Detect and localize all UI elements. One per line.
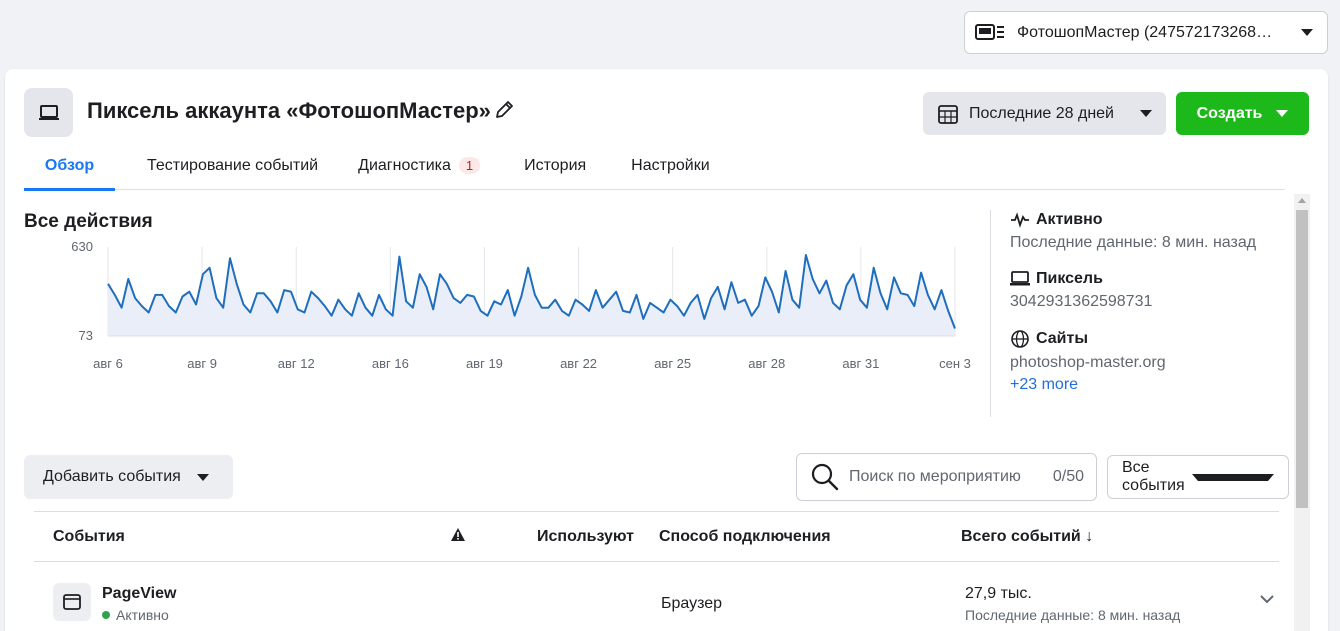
- events-filter-select[interactable]: Все события: [1107, 455, 1289, 499]
- chevron-down-icon[interactable]: [1259, 593, 1275, 605]
- tab-history[interactable]: История: [524, 145, 586, 190]
- event-name: PageView: [102, 585, 177, 602]
- tab-test-events[interactable]: Тестирование событий: [147, 145, 318, 190]
- x-tick-label: авг 9: [187, 356, 217, 371]
- divider: [990, 210, 991, 417]
- search-placeholder: Поиск по мероприятию: [849, 468, 1021, 485]
- date-range-button[interactable]: Последние 28 дней: [923, 92, 1166, 135]
- browser-window-icon: [53, 583, 91, 621]
- x-tick-label: авг 6: [93, 356, 123, 371]
- y-tick-label: 73: [79, 328, 93, 343]
- date-range-label: Последние 28 дней: [969, 104, 1114, 122]
- col-events[interactable]: События: [53, 528, 125, 546]
- warning-icon: [451, 528, 465, 541]
- create-button-label: Создать: [1196, 104, 1263, 122]
- event-total: 27,9 тыс.: [965, 585, 1032, 602]
- x-tick-label: авг 19: [466, 356, 503, 371]
- laptop-icon: [24, 88, 73, 137]
- sites-info: Сайты: [1010, 329, 1290, 349]
- create-button[interactable]: Создать: [1176, 92, 1309, 135]
- all-actions-chart: 630 73авг 6 авг 9 авг 12 авг 16 авг 19 авг 22 а…: [71, 239, 971, 371]
- status-active: Активно: [1010, 211, 1290, 229]
- x-tick-label: авг 25: [654, 356, 691, 371]
- activity-pulse-icon: [1011, 212, 1029, 228]
- chevron-down-icon: [196, 473, 209, 481]
- account-selector-label: ФотошопМастер (247572173268…: [1017, 23, 1273, 41]
- pixel-overview-card: Пиксель аккаунта «ФотошопМастер» Последн…: [5, 69, 1328, 631]
- tab-diagnostics[interactable]: Диагностика 1: [358, 145, 481, 190]
- chevron-down-icon: [1192, 473, 1274, 481]
- x-tick-label: авг 28: [748, 356, 785, 371]
- chevron-down-icon: [1301, 29, 1313, 36]
- table-row[interactable]: PageView Активно Браузер 27,9 тыс. После…: [34, 563, 1279, 631]
- chevron-down-icon: [1140, 110, 1152, 117]
- sort-down-arrow-icon: ↓: [1080, 528, 1094, 545]
- status-dot-icon: [102, 611, 110, 619]
- more-sites-link[interactable]: +23 more: [1010, 376, 1290, 394]
- calendar-icon: [938, 104, 958, 124]
- y-tick-label: 630: [71, 239, 93, 254]
- pixel-id: 3042931362598731: [1010, 293, 1153, 310]
- col-connection-method[interactable]: Способ подключения: [659, 528, 831, 546]
- last-data-text: Последние данные: 8 мин. назад: [1010, 234, 1257, 251]
- scrollbar[interactable]: [1294, 194, 1310, 631]
- col-total-events[interactable]: Всего событий ↓: [961, 528, 1093, 546]
- tab-overview[interactable]: Обзор: [24, 145, 115, 191]
- col-used-by[interactable]: Используют: [537, 528, 634, 546]
- add-events-button[interactable]: Добавить события: [24, 455, 233, 499]
- event-search-field[interactable]: Поиск по мероприятию 0/50: [796, 453, 1097, 501]
- tab-bar: Обзор Тестирование событий Диагностика 1 …: [24, 145, 1285, 191]
- scroll-up-arrow-icon[interactable]: [1298, 198, 1306, 203]
- pixel-status-panel: Активно Последние данные: 8 мин. назад П…: [1010, 211, 1290, 394]
- laptop-icon: [1010, 271, 1030, 286]
- event-status: Активно: [102, 607, 169, 623]
- pencil-icon[interactable]: [493, 99, 515, 121]
- x-tick-label: авг 16: [372, 356, 409, 371]
- diagnostics-count-badge: 1: [458, 157, 481, 174]
- x-tick-label: авг 31: [842, 356, 879, 371]
- search-char-count: 0/50: [1052, 468, 1084, 485]
- scrollbar-thumb[interactable]: [1296, 210, 1308, 508]
- search-icon: [811, 463, 839, 491]
- x-tick-label: авг 22: [560, 356, 597, 371]
- x-tick-label: авг 12: [278, 356, 315, 371]
- events-table-header: События Используют Способ подключения Вс…: [34, 511, 1279, 562]
- x-tick-label: сен 3: [939, 356, 971, 371]
- chevron-down-icon: [1276, 110, 1289, 117]
- tab-settings[interactable]: Настройки: [631, 145, 709, 190]
- pixel-info: Пиксель: [1010, 270, 1290, 288]
- chart-title: Все действия: [24, 211, 153, 232]
- event-method: Браузер: [661, 595, 723, 612]
- chart-area-fill: [108, 255, 955, 336]
- account-selector[interactable]: ФотошопМастер (247572173268…: [964, 11, 1328, 54]
- event-last-data: Последние данные: 8 мин. назад: [965, 607, 1181, 623]
- ad-account-icon: [975, 23, 1004, 40]
- site-domain: photoshop-master.org: [1010, 354, 1166, 371]
- globe-icon: [1011, 330, 1029, 348]
- page-title: Пиксель аккаунта «ФотошопМастер»: [87, 98, 491, 123]
